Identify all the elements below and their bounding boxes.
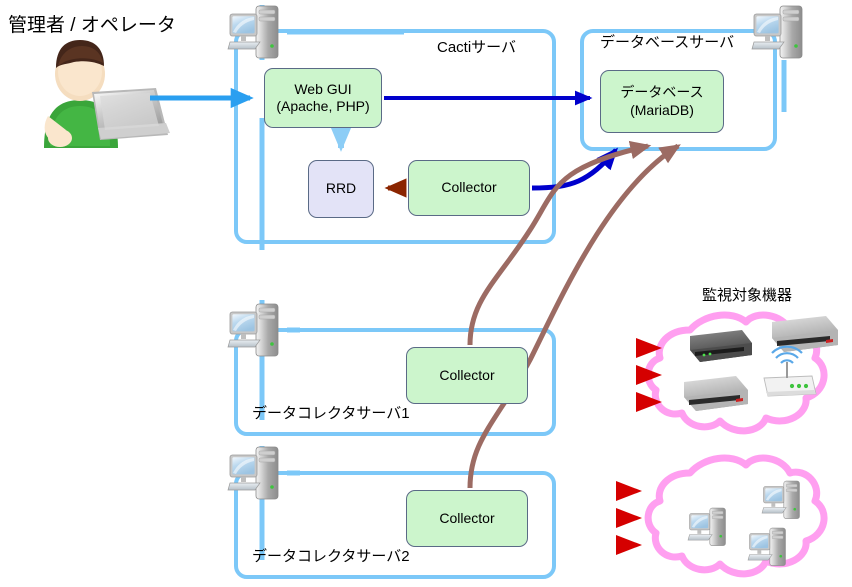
node-collector-dcs1-label: Collector <box>439 366 495 383</box>
node-database-line2: (MariaDB) <box>630 101 694 118</box>
node-collector-cacti: Collector <box>408 160 530 216</box>
page-title: 管理者 / オペレータ <box>8 15 176 36</box>
zone-label-database-server: データベースサーバ <box>600 34 735 51</box>
person-with-laptop-icon <box>36 40 170 159</box>
computer-workstation-icon-2 <box>761 480 800 519</box>
node-web-gui: Web GUI (Apache, PHP) <box>264 68 382 128</box>
zone-label-cacti-server: Cactiサーバ <box>437 39 517 56</box>
node-collector-dcs1: Collector <box>406 347 528 404</box>
node-database: データベース (MariaDB) <box>600 70 724 133</box>
node-web-gui-line1: Web GUI <box>294 80 352 97</box>
diagram-canvas: 管理者 / オペレータ Cactiサーバ データベースサーバ データコレクタサー… <box>0 0 852 587</box>
node-web-gui-line2: (Apache, PHP) <box>276 98 370 114</box>
flow-collector-to-database <box>531 147 619 191</box>
flow-dcs1-to-devices-top <box>570 338 662 412</box>
computer-workstation-icon-3 <box>747 527 786 566</box>
node-rrd-label: RRD <box>325 180 357 197</box>
computer-workstation-icon-1 <box>687 507 726 546</box>
zone-label-data-collector-server-2: データコレクタサーバ2 <box>252 548 410 565</box>
zone-label-data-collector-server-1: データコレクタサーバ1 <box>252 405 410 422</box>
node-collector-dcs2: Collector <box>406 490 528 547</box>
zone-label-monitored-devices: 監視対象機器 <box>702 287 793 304</box>
flow-dcs2-to-devices-bottom <box>570 481 642 555</box>
node-collector-cacti-label: Collector <box>441 179 497 196</box>
node-collector-dcs2-label: Collector <box>439 509 495 526</box>
node-database-line1: データベース <box>620 84 704 101</box>
node-rrd: RRD <box>308 160 374 218</box>
